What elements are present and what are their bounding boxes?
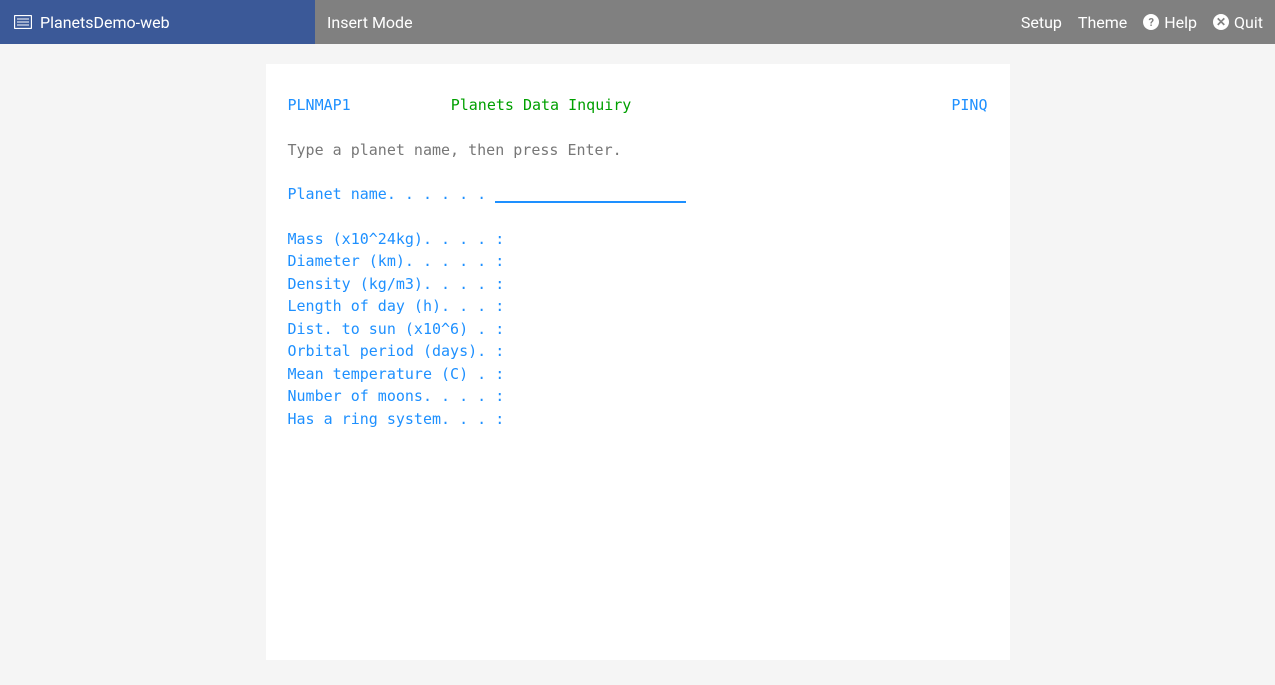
fields-container: Mass (x10^24kg). . . . :Diameter (km). .…	[288, 228, 988, 431]
field-row: Density (kg/m3). . . . :	[288, 273, 988, 296]
screen-id: PINQ	[951, 94, 987, 117]
terminal-icon	[14, 15, 32, 29]
topbar-app: PlanetsDemo-web	[0, 0, 315, 44]
help-label: Help	[1164, 13, 1197, 32]
planet-name-label: Planet name. . . . . .	[288, 185, 496, 203]
program-id: PLNMAP1	[288, 94, 351, 117]
mode-indicator: Insert Mode	[327, 13, 413, 32]
field-row: Mean temperature (C) . :	[288, 363, 988, 386]
field-row: Length of day (h). . . :	[288, 295, 988, 318]
field-row: Dist. to sun (x10^6) . :	[288, 318, 988, 341]
help-icon: ?	[1143, 14, 1159, 30]
topbar: PlanetsDemo-web Insert Mode Setup Theme …	[0, 0, 1275, 44]
app-title: PlanetsDemo-web	[40, 13, 170, 32]
planet-name-input[interactable]	[495, 188, 686, 203]
screen-title: Planets Data Inquiry	[351, 94, 952, 117]
field-row: Orbital period (days). :	[288, 340, 988, 363]
theme-menu-item[interactable]: Theme	[1078, 13, 1127, 32]
terminal-panel: PLNMAP1 Planets Data Inquiry PINQ Type a…	[266, 64, 1010, 660]
instruction-text: Type a planet name, then press Enter.	[288, 139, 988, 162]
content-wrap: PLNMAP1 Planets Data Inquiry PINQ Type a…	[0, 44, 1275, 660]
setup-menu-item[interactable]: Setup	[1021, 13, 1062, 32]
close-icon: ✕	[1213, 14, 1229, 30]
help-menu-item[interactable]: ? Help	[1143, 13, 1197, 32]
topbar-right: Insert Mode Setup Theme ? Help ✕ Quit	[315, 0, 1275, 44]
planet-name-row: Planet name. . . . . .	[288, 183, 988, 206]
terminal-header-row: PLNMAP1 Planets Data Inquiry PINQ	[288, 94, 988, 117]
quit-label: Quit	[1234, 13, 1263, 32]
topbar-menu: Setup Theme ? Help ✕ Quit	[1021, 13, 1263, 32]
field-row: Mass (x10^24kg). . . . :	[288, 228, 988, 251]
field-row: Has a ring system. . . :	[288, 408, 988, 431]
field-row: Number of moons. . . . :	[288, 385, 988, 408]
mode-text: Insert Mode	[327, 13, 413, 32]
field-row: Diameter (km). . . . . :	[288, 250, 988, 273]
quit-menu-item[interactable]: ✕ Quit	[1213, 13, 1263, 32]
